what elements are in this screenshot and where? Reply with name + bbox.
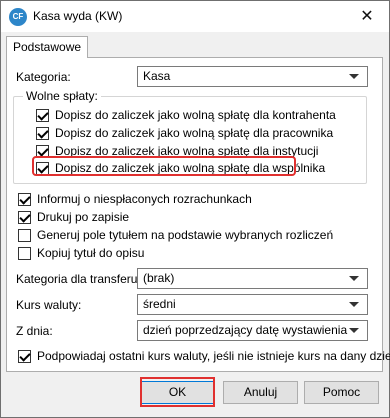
- z-dnia-label: Z dnia:: [16, 324, 53, 338]
- kategoria-value: Kasa: [143, 69, 171, 83]
- chevron-down-icon: [349, 328, 359, 333]
- kurs-waluty-label: Kurs waluty:: [16, 298, 82, 312]
- checkbox-box[interactable]: [36, 108, 49, 122]
- chevron-down-icon: [349, 302, 359, 307]
- cancel-button[interactable]: Anuluj: [223, 381, 298, 404]
- tab-podstawowe[interactable]: Podstawowe: [6, 36, 89, 58]
- checkbox-label: Podpowiadaj ostatni kurs waluty, jeśli n…: [37, 349, 390, 363]
- checkbox-box[interactable]: [36, 126, 49, 140]
- kategoria-select[interactable]: Kasa: [137, 66, 368, 87]
- kategoria-transferu-value: (brak): [143, 271, 175, 285]
- checkbox-label: Dopisz do zaliczek jako wolną spłatę dla…: [55, 108, 336, 122]
- checkbox-box[interactable]: [18, 349, 31, 363]
- checkbox-label: Drukuj po zapisie: [37, 210, 130, 224]
- kurs-waluty-value: średni: [143, 297, 176, 311]
- checkbox-label: Informuj o niespłaconych rozrachunkach: [37, 192, 252, 206]
- checkbox-pracownik[interactable]: Dopisz do zaliczek jako wolną spłatę dla…: [36, 126, 333, 140]
- checkbox-box[interactable]: [18, 192, 31, 206]
- checkbox-label: Generuj pole tytułem na podstawie wybran…: [37, 228, 334, 242]
- checkbox-box[interactable]: [18, 210, 31, 224]
- checkbox-kontrahent[interactable]: Dopisz do zaliczek jako wolną spłatę dla…: [36, 108, 336, 122]
- checkbox-box[interactable]: [18, 228, 31, 242]
- highlight-annotation: [140, 377, 215, 407]
- chevron-down-icon: [349, 74, 359, 79]
- z-dnia-select[interactable]: dzień poprzedzający datę wystawienia: [137, 320, 368, 341]
- checkbox-drukuj[interactable]: Drukuj po zapisie: [18, 210, 129, 224]
- app-icon: CF: [9, 8, 27, 26]
- z-dnia-value: dzień poprzedzający datę wystawienia: [143, 323, 348, 337]
- checkbox-generuj[interactable]: Generuj pole tytułem na podstawie wybran…: [18, 228, 333, 242]
- highlight-annotation: [32, 156, 296, 176]
- checkbox-informuj[interactable]: Informuj o niespłaconych rozrachunkach: [18, 192, 252, 206]
- checkbox-podpowiadaj[interactable]: Podpowiadaj ostatni kurs waluty, jeśli n…: [18, 349, 390, 363]
- help-button[interactable]: Pomoc: [304, 381, 379, 404]
- checkbox-kopiuj[interactable]: Kopiuj tytuł do opisu: [18, 246, 144, 260]
- kategoria-transferu-select[interactable]: (brak): [137, 268, 368, 289]
- kurs-waluty-select[interactable]: średni: [137, 294, 368, 315]
- kategoria-label: Kategoria:: [16, 70, 71, 84]
- title-bar: CF Kasa wyda (KW) ✕: [1, 1, 389, 32]
- wolne-splaty-title: Wolne spłaty:: [23, 89, 101, 103]
- close-icon[interactable]: ✕: [345, 1, 389, 31]
- chevron-down-icon: [349, 276, 359, 281]
- checkbox-label: Kopiuj tytuł do opisu: [37, 246, 145, 260]
- checkbox-box[interactable]: [18, 246, 31, 260]
- window-title: Kasa wyda (KW): [33, 9, 123, 23]
- checkbox-label: Dopisz do zaliczek jako wolną spłatę dla…: [55, 126, 334, 140]
- kategoria-transferu-label: Kategoria dla transferu:: [16, 272, 141, 286]
- dialog-window: CF Kasa wyda (KW) ✕ Podstawowe Kategoria…: [0, 0, 390, 418]
